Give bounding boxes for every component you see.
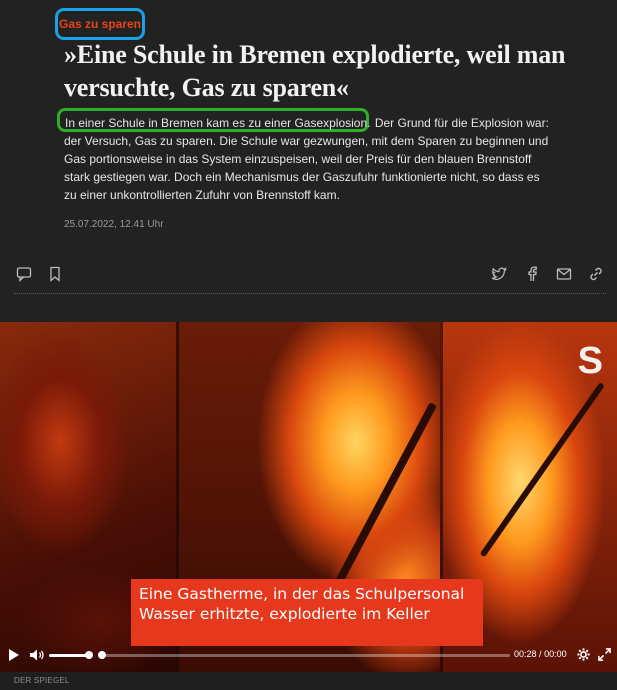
play-icon[interactable] [8,648,20,662]
page-title: »Eine Schule in Bremen explodierte, weil… [64,40,566,102]
spiegel-logo: S [577,340,603,382]
toolbar-divider [14,293,606,294]
link-icon[interactable] [588,266,604,282]
subtitle-line-1: Eine Gastherme, in der das Schulpersonal [139,585,465,603]
article-toolbar [14,260,606,294]
time-separator: / [539,649,542,659]
seek-handle[interactable] [98,651,106,659]
publish-date: 25.07.2022, 12.41 Uhr [64,219,164,230]
volume-slider[interactable] [49,654,89,657]
subtitle-line-2: Wasser erhitzte, explodierte im Keller [139,605,430,623]
duration: 00:00 [544,649,567,659]
twitter-icon[interactable] [491,266,507,282]
video-player[interactable]: S Eine Gastherme, in der das Schulperson… [0,322,617,672]
mail-icon[interactable] [556,266,572,282]
fullscreen-icon[interactable] [598,648,611,661]
seek-bar[interactable] [100,654,510,657]
video-credit: DER SPIEGEL [14,676,70,685]
article-header: Gas zu sparen »Eine Schule in Bremen exp… [0,0,617,322]
lead-highlighted-sentence: In einer Schule in Bremen kam es zu eine… [65,116,371,130]
kicker-highlight-box: Gas zu sparen [55,8,145,40]
current-time: 00:28 [514,649,537,659]
bookmark-icon[interactable] [47,266,63,282]
article-lead: In einer Schule in Bremen kam es zu eine… [64,114,554,204]
kicker-link[interactable]: Gas zu sparen [59,17,141,31]
comment-icon[interactable] [16,266,32,282]
volume-icon[interactable] [29,648,45,662]
volume-handle[interactable] [85,651,93,659]
video-subtitle: Eine Gastherme, in der das Schulpersonal… [131,579,483,646]
video-controls: 00:28 / 00:00 [0,640,617,670]
facebook-icon[interactable] [524,266,540,282]
time-display: 00:28 / 00:00 [514,649,567,659]
settings-icon[interactable] [577,648,590,661]
